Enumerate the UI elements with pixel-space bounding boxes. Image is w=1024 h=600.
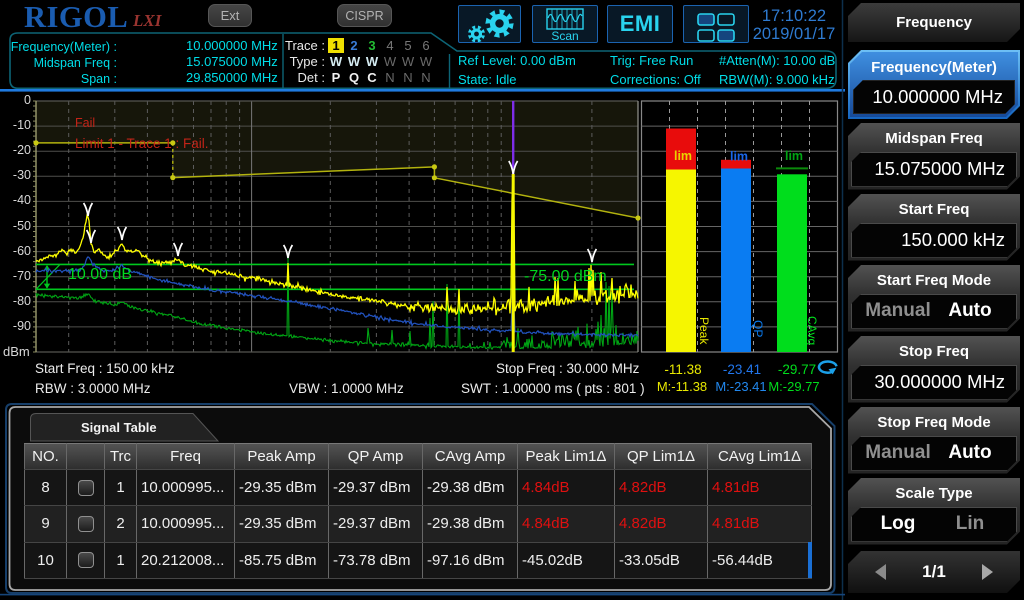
svg-text:-29.77: -29.77 [778, 362, 816, 377]
svg-text:-23.41: -23.41 [723, 362, 761, 377]
svg-text:-11.38: -11.38 [664, 362, 701, 377]
svg-text:M:-11.38: M:-11.38 [657, 379, 707, 394]
svg-text:M:-29.77: M:-29.77 [768, 379, 819, 394]
svg-text:QP: QP [751, 320, 765, 337]
svg-text:M:-23.41: M:-23.41 [715, 379, 766, 394]
svg-text:lim: lim [730, 150, 748, 164]
svg-text:Peak: Peak [697, 317, 711, 345]
svg-text:lim: lim [785, 149, 803, 163]
svg-text:CAvg: CAvg [805, 316, 819, 345]
svg-text:lim: lim [674, 149, 692, 163]
